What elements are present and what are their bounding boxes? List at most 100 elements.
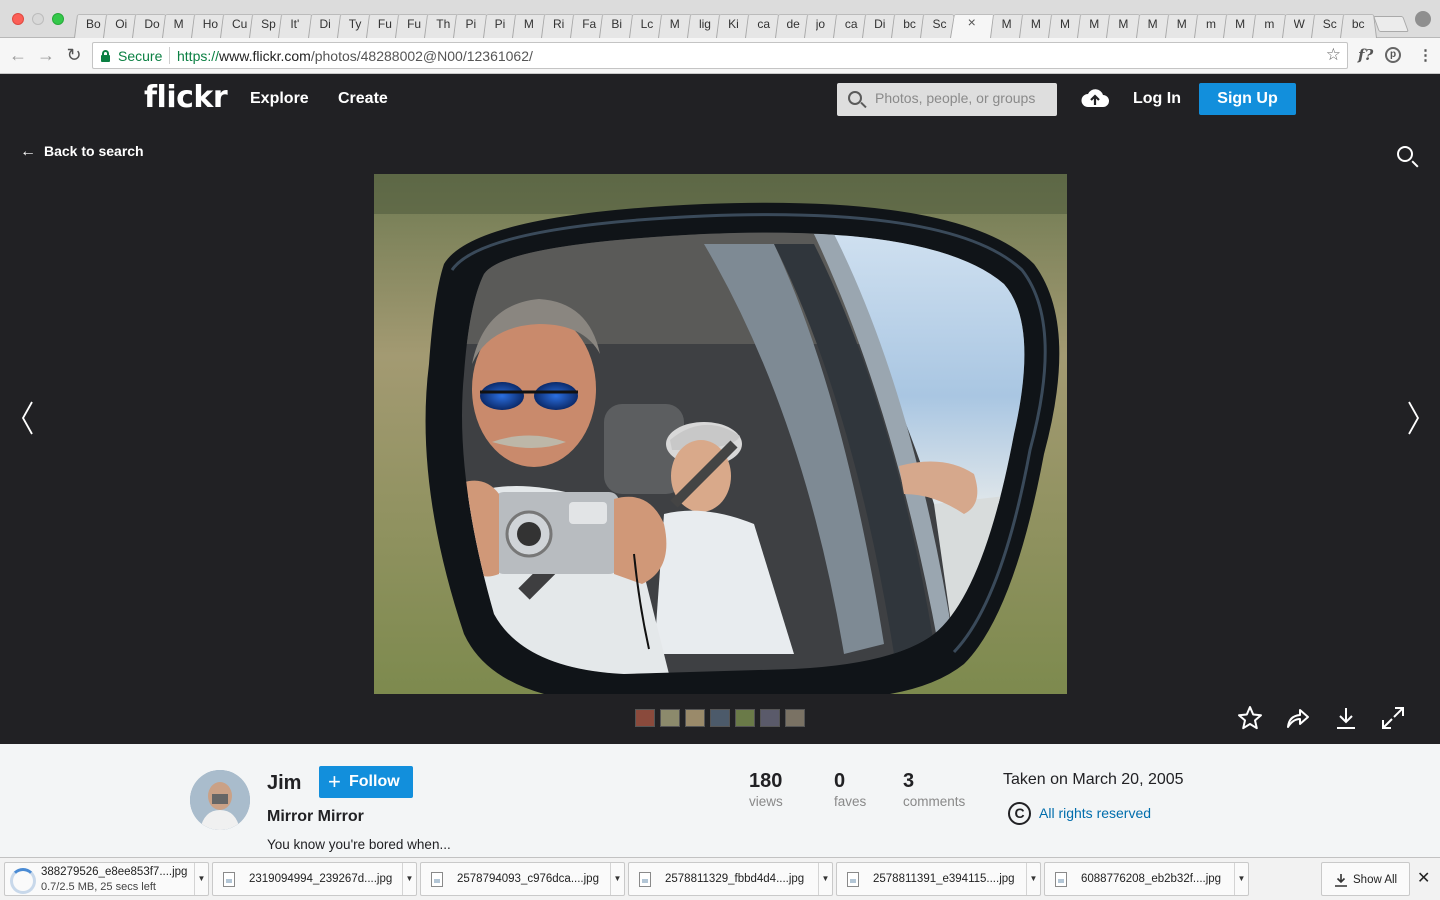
- nav-explore[interactable]: Explore: [250, 90, 309, 108]
- tab-title: Do: [144, 17, 160, 31]
- downloads-shelf: 388279526_e8ee853f7....jpg 0.7/2.5 MB, 2…: [0, 857, 1440, 900]
- owner-name[interactable]: Jim: [267, 772, 301, 795]
- tab-title: Oi: [115, 17, 128, 31]
- next-photo-arrow-icon[interactable]: [1403, 398, 1423, 438]
- font-extension-icon[interactable]: f?: [1358, 46, 1373, 64]
- show-all-downloads-button[interactable]: Show All: [1321, 862, 1410, 896]
- download-item[interactable]: 6088776208_eb2b32f....jpg ▼: [1044, 862, 1249, 896]
- browser-tab-active[interactable]: ×: [949, 9, 998, 38]
- maximize-window-button[interactable]: [52, 13, 64, 25]
- tab-title: Di: [874, 17, 886, 31]
- reload-icon[interactable]: ↻: [64, 45, 84, 65]
- new-tab-button[interactable]: [1373, 16, 1409, 32]
- close-icon[interactable]: ✕: [1417, 868, 1430, 888]
- download-item[interactable]: 2578811329_fbbd4d4....jpg ▼: [628, 862, 833, 896]
- flickr-logo[interactable]: flickr: [144, 80, 228, 115]
- browser-toolbar: ← → ↻ Secure https://www.flickr.com/phot…: [0, 38, 1440, 74]
- download-item[interactable]: 2578794093_c976dca....jpg ▼: [420, 862, 625, 896]
- browser-tab[interactable]: Pi: [453, 9, 491, 38]
- browser-tab[interactable]: M: [161, 9, 199, 38]
- filmstrip-thumbnail[interactable]: [785, 709, 805, 727]
- fave-star-icon[interactable]: [1237, 705, 1263, 731]
- chevron-down-icon[interactable]: ▼: [194, 863, 208, 895]
- date-taken[interactable]: Taken on March 20, 2005: [1003, 771, 1184, 789]
- chevron-down-icon[interactable]: ▼: [1026, 863, 1040, 895]
- tab-title: M: [1235, 17, 1246, 31]
- bookmark-star-icon[interactable]: ☆: [1326, 45, 1341, 65]
- tab-title: jo: [815, 17, 826, 31]
- browser-tab[interactable]: bc: [1339, 9, 1378, 38]
- tab-title: lig: [698, 17, 711, 31]
- search-input[interactable]: [875, 90, 1050, 106]
- browser-tab[interactable]: Do: [132, 9, 170, 38]
- tab-title: Ho: [202, 17, 219, 31]
- browser-tab[interactable]: Lc: [628, 9, 666, 38]
- profile-icon[interactable]: [1415, 11, 1431, 27]
- filmstrip-thumbnail[interactable]: [735, 709, 755, 727]
- browser-tab[interactable]: de: [774, 9, 812, 38]
- tab-title: Ty: [348, 17, 362, 31]
- tab-title: M: [1001, 17, 1012, 31]
- tab-title: Fa: [582, 17, 597, 31]
- back-to-search-link[interactable]: ← Back to search: [20, 143, 144, 161]
- tab-title: M: [1147, 17, 1158, 31]
- download-icon[interactable]: [1333, 705, 1359, 731]
- license-link[interactable]: All rights reserved: [1039, 805, 1151, 821]
- login-link[interactable]: Log In: [1133, 90, 1181, 108]
- browser-tab[interactable]: Sc: [920, 9, 958, 38]
- tab-title: m: [1264, 17, 1275, 31]
- tab-title: M: [173, 17, 184, 31]
- download-icon: [1335, 874, 1347, 887]
- nav-create[interactable]: Create: [338, 90, 388, 108]
- browser-tab[interactable]: Pi: [482, 9, 520, 38]
- menu-icon[interactable]: ⋮: [1418, 46, 1433, 64]
- browser-tab[interactable]: M: [1135, 9, 1173, 38]
- tab-title: Lc: [640, 17, 654, 31]
- pinterest-icon[interactable]: p: [1385, 47, 1401, 63]
- search-icon[interactable]: [1397, 146, 1413, 162]
- filmstrip-thumbnail[interactable]: [710, 709, 730, 727]
- browser-tab[interactable]: M: [1106, 9, 1144, 38]
- lock-icon: [101, 50, 110, 62]
- browser-tab[interactable]: M: [989, 9, 1027, 38]
- close-tab-icon[interactable]: ×: [968, 14, 984, 30]
- browser-tab[interactable]: m: [1252, 9, 1290, 38]
- file-icon: [639, 872, 651, 887]
- minimize-window-button[interactable]: [32, 13, 44, 25]
- filmstrip-thumbnail[interactable]: [635, 709, 655, 727]
- tab-title: de: [786, 17, 800, 31]
- search-icon: [848, 91, 862, 105]
- chevron-down-icon[interactable]: ▼: [1234, 863, 1248, 895]
- signup-button[interactable]: Sign Up: [1199, 83, 1296, 115]
- browser-tab[interactable]: W: [1281, 9, 1319, 38]
- follow-button[interactable]: + Follow: [319, 766, 413, 798]
- upload-cloud-icon[interactable]: [1080, 85, 1110, 111]
- download-item[interactable]: 2319094994_239267d....jpg ▼: [212, 862, 417, 896]
- previous-photo-arrow-icon[interactable]: [18, 398, 38, 438]
- download-item[interactable]: 388279526_e8ee853f7....jpg 0.7/2.5 MB, 2…: [4, 862, 209, 896]
- chevron-down-icon[interactable]: ▼: [402, 863, 416, 895]
- tab-title: Ri: [553, 17, 565, 31]
- browser-tab[interactable]: Bi: [599, 9, 637, 38]
- download-item[interactable]: 2578811391_e394115....jpg ▼: [836, 862, 1041, 896]
- share-icon[interactable]: [1285, 705, 1311, 731]
- chevron-down-icon[interactable]: ▼: [818, 863, 832, 895]
- owner-avatar[interactable]: [190, 770, 250, 830]
- tab-title: M: [1030, 17, 1041, 31]
- photo-description: You know you're bored when...: [267, 837, 451, 852]
- address-bar[interactable]: Secure https://www.flickr.com/photos/482…: [92, 42, 1348, 69]
- fullscreen-icon[interactable]: [1380, 705, 1406, 731]
- browser-tab[interactable]: Di: [307, 9, 345, 38]
- forward-arrow-icon[interactable]: →: [36, 45, 56, 65]
- close-window-button[interactable]: [12, 13, 24, 25]
- chevron-down-icon[interactable]: ▼: [610, 863, 624, 895]
- filmstrip-thumbnail[interactable]: [660, 709, 680, 727]
- filmstrip-thumbnail[interactable]: [685, 709, 705, 727]
- browser-tab[interactable]: ca: [745, 9, 783, 38]
- filmstrip-thumbnail[interactable]: [760, 709, 780, 727]
- tab-title: ca: [757, 17, 770, 31]
- browser-tab[interactable]: It': [278, 9, 316, 38]
- photo-info: Jim + Follow Mirror Mirror You know you'r…: [0, 744, 1440, 857]
- back-arrow-icon[interactable]: ←: [8, 45, 28, 65]
- file-icon: [1055, 872, 1067, 887]
